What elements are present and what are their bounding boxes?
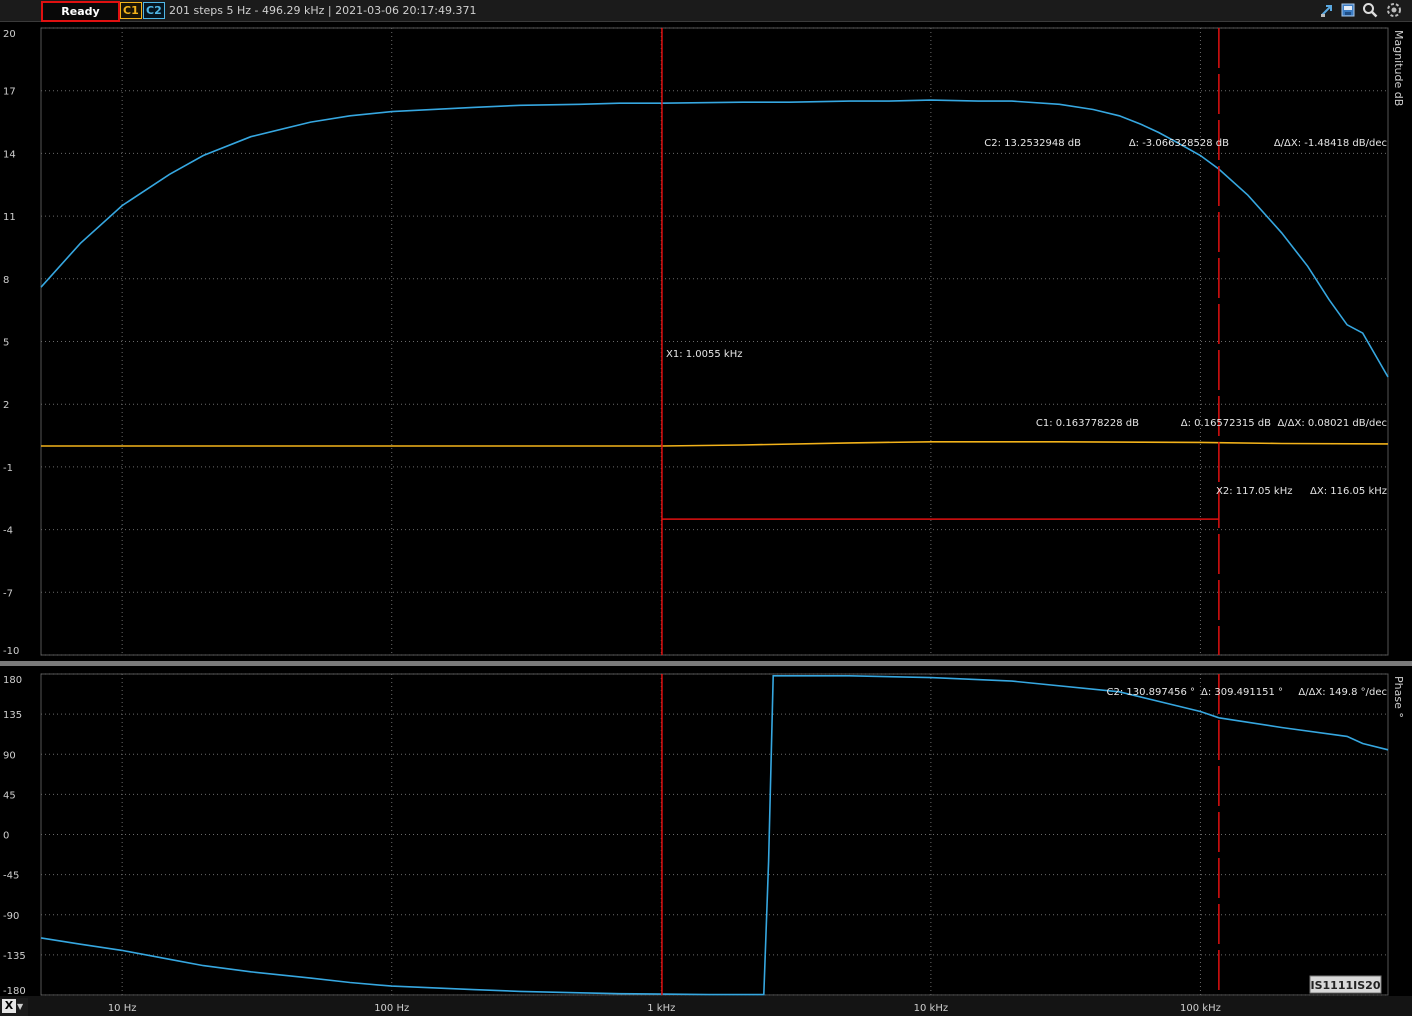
x-tick-label: 100 kHz — [1180, 1003, 1221, 1014]
magnitude-y-axis-label: Magnitude dB — [1392, 30, 1405, 106]
x-tick-label: 1 kHz — [647, 1003, 675, 1014]
phase-y-tick-label: 90 — [3, 750, 16, 761]
magnitude-y-tick-label: -10 — [3, 646, 19, 657]
c2-phase-readout: C2: 130.897456 ° — [1106, 687, 1195, 698]
magnitude-y-tick-label: 11 — [3, 212, 16, 223]
x-tick-label: 10 kHz — [914, 1003, 948, 1014]
magnitude-y-tick-label: 20 — [3, 29, 16, 40]
channel-2-toggle[interactable]: C2 — [143, 2, 165, 19]
panel-splitter[interactable] — [0, 661, 1412, 666]
phase-y-tick-label: -45 — [3, 871, 19, 882]
watermark: IS1111IS20 — [1311, 979, 1381, 992]
magnitude-y-tick-label: 17 — [3, 87, 16, 98]
cursor-x1-readout: X1: 1.0055 kHz — [666, 349, 743, 360]
c1-magnitude-delta: Δ: 0.16572315 dB — [1181, 418, 1271, 429]
sweep-info: 201 steps 5 Hz - 496.29 kHz | 2021-03-06… — [169, 4, 477, 17]
phase-y-tick-label: 135 — [3, 710, 22, 721]
channel-1-toggle[interactable]: C1 — [120, 2, 142, 19]
phase-y-tick-label: 0 — [3, 831, 9, 842]
magnitude-y-tick-label: 2 — [3, 400, 9, 411]
c2-magnitude-readout: C2: 13.2532948 dB — [984, 138, 1081, 149]
magnitude-y-tick-label: -4 — [3, 526, 13, 537]
x-tick-label: 100 Hz — [374, 1003, 409, 1014]
x-tick-label: 10 Hz — [108, 1003, 137, 1014]
phase-series-c2-line — [40, 674, 1389, 996]
x-axis-selector[interactable]: X — [2, 999, 16, 1013]
chevron-down-icon[interactable]: ▼ — [17, 1002, 23, 1011]
cursor-delta-x-readout: ΔX: 116.05 kHz — [1310, 486, 1387, 497]
cursor-x2-readout: X2: 117.05 kHz — [1216, 486, 1293, 497]
magnitude-y-tick-label: 14 — [3, 149, 16, 160]
phase-y-tick-label: -90 — [3, 911, 19, 922]
c2-magnitude-delta: Δ: -3.066328528 dB — [1129, 138, 1229, 149]
magnitude-y-tick-label: 8 — [3, 275, 9, 286]
x-axis: 10 Hz 100 Hz 1 kHz 10 kHz 100 kHz — [0, 996, 1412, 1016]
phase-y-tick-label: -180 — [3, 986, 26, 997]
toolbar: Ready C1 C2 201 steps 5 Hz - 496.29 kHz … — [0, 0, 1412, 22]
settings-icon[interactable] — [1386, 2, 1402, 18]
status-ready-button[interactable]: Ready — [41, 1, 120, 22]
zoom-icon[interactable] — [1362, 2, 1378, 18]
c2-phase-delta: Δ: 309.491151 ° — [1201, 687, 1283, 698]
bode-plot[interactable]: 20 17 14 11 8 5 2 -1 -4 -7 -10 Magnitude dB C2: 13.2… — [0, 21, 1412, 1016]
watermark-box: IS1111IS20 — [1309, 975, 1382, 994]
magnitude-y-tick-label: -1 — [3, 463, 13, 474]
phase-y-tick-label: 180 — [3, 675, 22, 686]
magnitude-y-tick-label: -7 — [3, 588, 13, 599]
c2-magnitude-slope: Δ/ΔX: -1.48418 dB/dec — [1274, 138, 1387, 149]
phase-y-axis-label: Phase ° — [1392, 676, 1405, 718]
phase-y-tick-label: -135 — [3, 951, 26, 962]
c2-phase-slope: Δ/ΔX: 149.8 °/dec — [1298, 687, 1387, 698]
c1-magnitude-readout: C1: 0.163778228 dB — [1036, 418, 1139, 429]
magnitude-y-tick-label: 5 — [3, 338, 9, 349]
phase-y-tick-label: 45 — [3, 790, 16, 801]
phase-panel[interactable]: 180 135 90 45 0 -45 -90 -135 -180 Phase ° C2: 130.… — [3, 673, 1405, 997]
magnitude-panel[interactable]: 20 17 14 11 8 5 2 -1 -4 -7 -10 Magnitude dB C2: 13.2… — [3, 27, 1405, 657]
magnitude-series-c1-line — [41, 440, 1389, 447]
x-axis-selector-box[interactable]: X ▼ — [0, 998, 28, 1016]
export-icon[interactable] — [1340, 2, 1356, 18]
cursor-icon[interactable] — [1319, 2, 1335, 18]
c1-magnitude-slope: Δ/ΔX: 0.08021 dB/dec — [1277, 418, 1387, 429]
